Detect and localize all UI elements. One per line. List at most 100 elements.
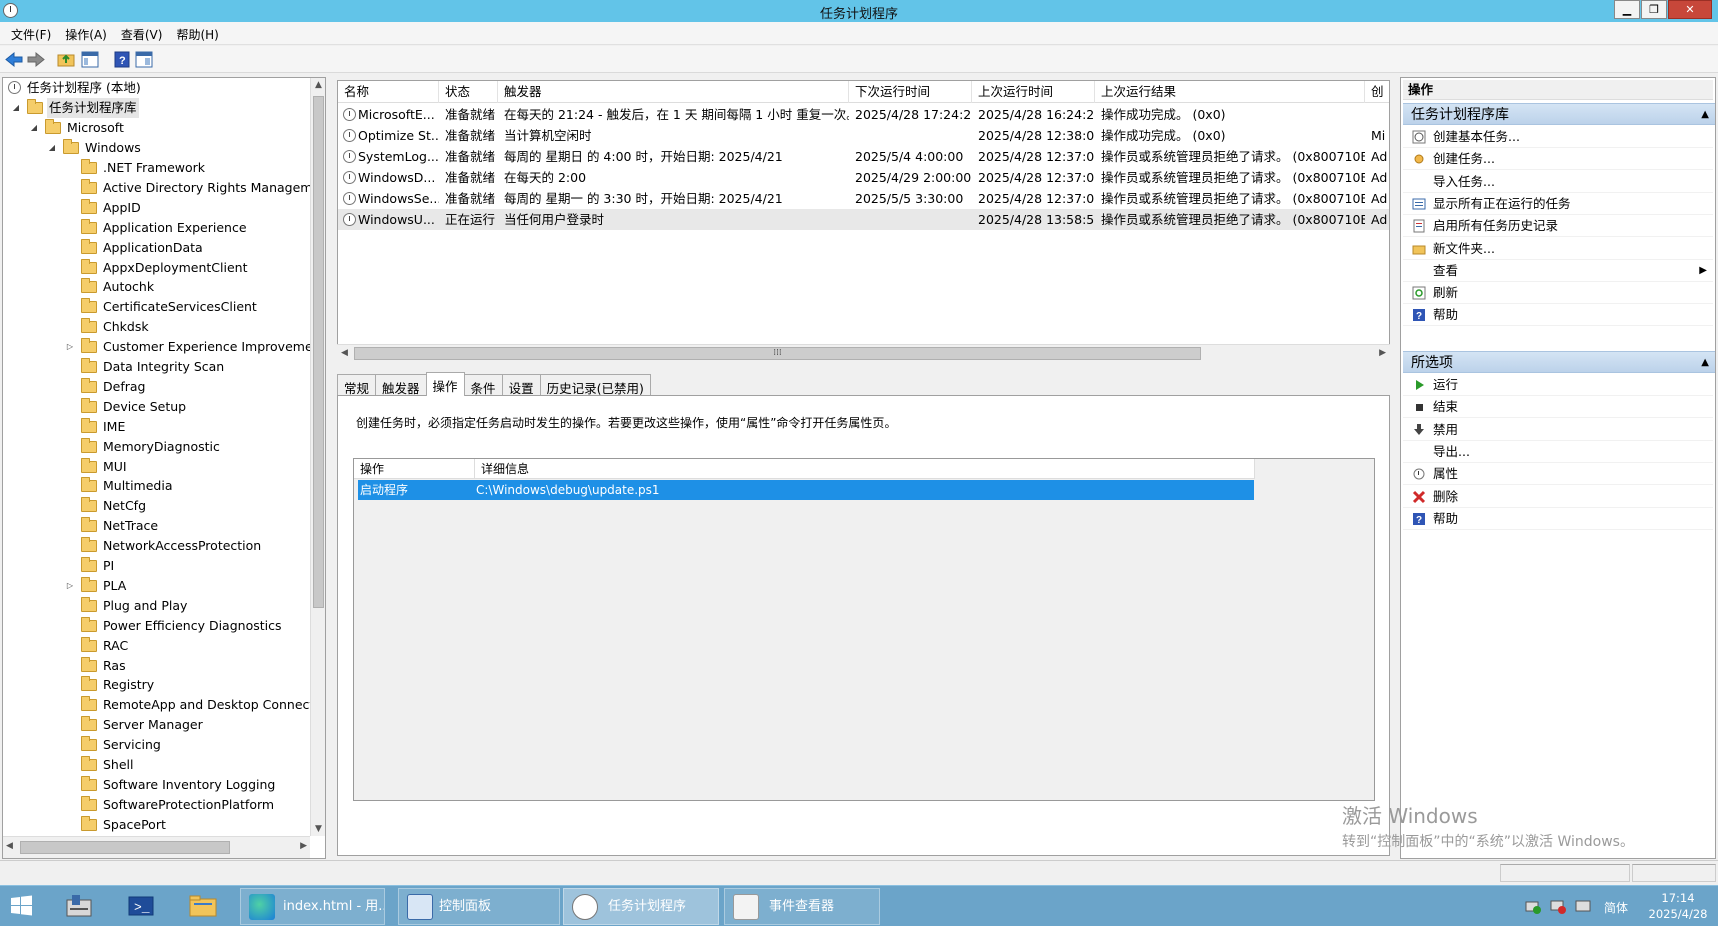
tray-clock[interactable]: 17:14 2025/4/28	[1648, 890, 1708, 922]
action-item-selected-5[interactable]: 删除	[1403, 486, 1713, 508]
tab-history[interactable]: 历史记录(已禁用)	[539, 374, 651, 396]
tree-node-library[interactable]: ◢ 任务计划程序库	[5, 98, 165, 118]
folder-icon	[81, 397, 97, 413]
action-item-library-5[interactable]: 新文件夹...	[1403, 238, 1713, 260]
task-list-horizontal-scrollbar[interactable]: ◀ ⁞⁞⁞ ▶	[337, 344, 1390, 362]
collapse-arrow-icon[interactable]: ◢	[47, 143, 57, 153]
scroll-right-arrow-icon[interactable]: ▶	[300, 841, 307, 851]
tab-actions[interactable]: 操作	[425, 372, 465, 396]
action-item-library-2[interactable]: 导入任务...	[1403, 171, 1713, 193]
task-row[interactable]: WindowsSe... 准备就绪 每周的 星期一 的 3:30 时，开始日期: 2…	[338, 188, 1389, 209]
actions-section-selected[interactable]: 所选项 ▲	[1403, 351, 1715, 373]
menu-file[interactable]: 文件(F)	[4, 22, 58, 44]
column-header-next-run[interactable]: 下次运行时间	[849, 81, 972, 103]
tray-network-icon[interactable]	[1550, 898, 1566, 917]
column-header-trigger[interactable]: 触发器	[498, 81, 849, 103]
task-row[interactable]: Optimize St... 准备就绪 当计算机空闲时 2025/4/28 12:38…	[338, 125, 1389, 146]
forward-arrow-icon[interactable]	[26, 50, 46, 69]
back-arrow-icon[interactable]	[4, 50, 24, 69]
folder-icon	[81, 656, 97, 672]
scroll-right-arrow-icon[interactable]: ▶	[1379, 348, 1386, 358]
show-hide-console-tree-icon[interactable]	[80, 50, 100, 69]
file-explorer-icon[interactable]	[186, 890, 220, 922]
delete-icon	[1412, 490, 1426, 503]
tray-keyboard-icon[interactable]	[1575, 898, 1591, 917]
column-header-last-result[interactable]: 上次运行结果	[1095, 81, 1365, 103]
collapse-up-icon[interactable]: ▲	[1701, 104, 1709, 126]
folder-icon	[81, 537, 97, 553]
tree-vscroll-thumb[interactable]	[313, 96, 324, 608]
task-row[interactable]: SystemLog... 准备就绪 每周的 星期日 的 4:00 时，开始日期: 2…	[338, 146, 1389, 167]
folder-icon	[81, 238, 97, 254]
scroll-left-arrow-icon[interactable]: ◀	[6, 841, 13, 851]
menu-help[interactable]: 帮助(H)	[169, 22, 225, 44]
show-hide-action-pane-icon[interactable]	[134, 50, 154, 69]
folder-icon	[27, 99, 43, 114]
action-item-selected-4[interactable]: 属性	[1403, 463, 1713, 486]
menu-action[interactable]: 操作(A)	[58, 22, 114, 44]
task-row[interactable]: MicrosoftE... 准备就绪 在每天的 21:24 - 触发后，在 1 天 …	[338, 104, 1389, 125]
help-icon[interactable]: ?	[112, 50, 132, 69]
tab-triggers[interactable]: 触发器	[375, 374, 427, 396]
up-folder-icon[interactable]	[56, 50, 76, 69]
powershell-icon[interactable]: >_	[124, 890, 158, 922]
maximize-button[interactable]: ❐	[1641, 0, 1667, 19]
column-header-last-run[interactable]: 上次运行时间	[972, 81, 1095, 103]
action-item-library-1[interactable]: 创建任务...	[1403, 148, 1713, 171]
minimize-button[interactable]: ▁	[1614, 0, 1640, 19]
start-button[interactable]	[4, 890, 38, 922]
action-item-library-0[interactable]: 创建基本任务...	[1403, 126, 1713, 148]
action-item-label: 刷新	[1433, 285, 1459, 301]
action-item-selected-2[interactable]: 禁用	[1403, 419, 1713, 441]
action-item-library-8[interactable]: ? 帮助	[1403, 304, 1713, 327]
tree-hscroll-thumb[interactable]	[20, 841, 230, 854]
task-row[interactable]: WindowsD... 准备就绪 在每天的 2:00 2025/4/29 2:00:0…	[338, 167, 1389, 188]
column-header-status[interactable]: 状态	[439, 81, 498, 103]
tab-settings[interactable]: 设置	[501, 374, 541, 396]
action-item-library-7[interactable]: 刷新	[1403, 282, 1713, 305]
task-result-cell: 操作员或系统管理员拒绝了请求。 (0x800710E0)	[1101, 149, 1365, 164]
tray-security-icon[interactable]	[1525, 898, 1541, 917]
action-item-selected-3[interactable]: 导出...	[1403, 441, 1713, 463]
tree-horizontal-scrollbar[interactable]: ◀ ▶	[3, 836, 310, 858]
expand-arrow-icon[interactable]: ▷	[65, 581, 75, 591]
collapse-arrow-icon[interactable]: ◢	[11, 103, 21, 113]
folder-icon	[81, 477, 97, 493]
tree-vertical-scrollbar[interactable]: ▲ ▼	[310, 78, 325, 836]
action-item-selected-6[interactable]: ? 帮助	[1403, 508, 1713, 530]
action-item-library-4[interactable]: 启用所有任务历史记录	[1403, 215, 1713, 238]
action-item-selected-0[interactable]: 运行	[1403, 374, 1713, 396]
close-button[interactable]: ✕	[1668, 0, 1712, 19]
action-item-label: 启用所有任务历史记录	[1433, 218, 1559, 234]
folder-icon	[81, 756, 97, 771]
scroll-down-arrow-icon[interactable]: ▼	[311, 824, 325, 834]
task-row[interactable]: WindowsU... 正在运行 当任何用户登录时 2025/4/28 13:58:5…	[338, 209, 1389, 230]
scroll-up-arrow-icon[interactable]: ▲	[311, 80, 325, 90]
tab-general[interactable]: 常规	[337, 374, 377, 396]
scroll-left-arrow-icon[interactable]: ◀	[341, 348, 348, 358]
column-header-details[interactable]: 详细信息	[475, 459, 1255, 479]
task-list-hscroll-thumb[interactable]: ⁞⁞⁞	[354, 347, 1201, 360]
column-header-name[interactable]: 名称	[338, 81, 439, 103]
taskbar-app-event-viewer[interactable]: 事件查看器	[724, 888, 880, 925]
column-header-author[interactable]: 创	[1365, 81, 1389, 103]
task-trigger-cell: 每周的 星期一 的 3:30 时，开始日期: 2025/4/21	[504, 191, 783, 206]
section-selected-label: 所选项	[1411, 355, 1453, 371]
menu-view[interactable]: 查看(V)	[114, 22, 170, 44]
tray-ime-indicator[interactable]: 简体	[1604, 899, 1628, 916]
action-item-label: 查看	[1433, 262, 1459, 278]
server-manager-icon[interactable]	[62, 890, 96, 922]
tab-conditions[interactable]: 条件	[463, 374, 503, 396]
collapse-up-icon[interactable]: ▲	[1701, 352, 1709, 374]
expand-arrow-icon[interactable]: ▷	[65, 342, 75, 352]
column-header-action[interactable]: 操作	[354, 459, 475, 479]
action-item-library-6[interactable]: 查看 ▶	[1403, 260, 1713, 282]
taskbar-app-control-panel[interactable]: 控制面板	[398, 888, 560, 925]
taskbar-app-browser[interactable]: index.html - 用...	[240, 888, 385, 925]
actions-section-library[interactable]: 任务计划程序库 ▲	[1403, 103, 1715, 125]
action-item-library-3[interactable]: 显示所有正在运行的任务	[1403, 193, 1713, 215]
action-item-selected-1[interactable]: 结束	[1403, 396, 1713, 419]
collapse-arrow-icon[interactable]: ◢	[29, 123, 39, 133]
actions-table-row[interactable]: 启动程序 C:\Windows\debug\update.ps1	[358, 480, 1254, 500]
taskbar-app-task-scheduler[interactable]: 任务计划程序	[563, 888, 719, 925]
